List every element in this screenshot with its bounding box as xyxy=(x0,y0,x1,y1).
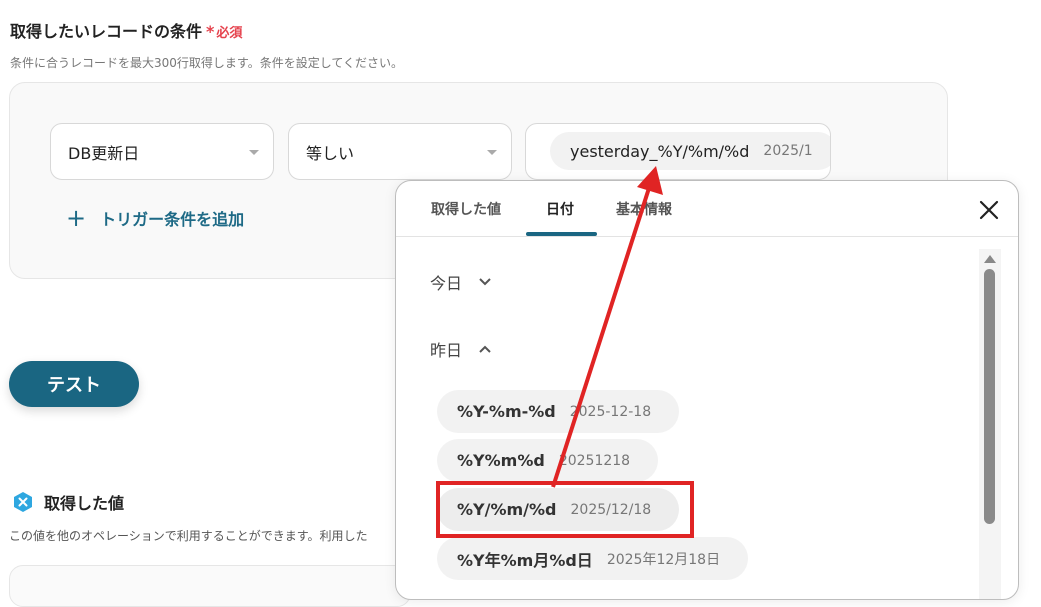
retrieved-panel xyxy=(9,565,411,607)
operator-select[interactable]: 等しい xyxy=(288,123,512,180)
tab-retrieved-values[interactable]: 取得した値 xyxy=(431,199,501,219)
conditions-title-text: 取得したいレコードの条件 xyxy=(10,22,203,41)
caret-down-icon xyxy=(487,150,497,155)
required-label: 必須 xyxy=(216,26,243,41)
hexagon-x-icon xyxy=(14,492,32,512)
section-today[interactable]: 今日 xyxy=(430,270,492,294)
test-button[interactable]: テスト xyxy=(9,361,139,407)
add-condition-button[interactable]: + トリガー条件を追加 xyxy=(66,206,244,230)
retrieved-description: この値を他のオペレーションで利用することができます。利用した xyxy=(9,529,368,543)
option-preview: 2025年12月18日 xyxy=(606,551,721,568)
add-condition-label: トリガー条件を追加 xyxy=(100,210,245,229)
option-preview: 20251218 xyxy=(558,452,631,469)
highlight-box xyxy=(436,481,694,538)
conditions-title: 取得したいレコードの条件 * 必須 xyxy=(10,18,242,42)
plus-icon: + xyxy=(66,204,87,232)
close-icon[interactable] xyxy=(978,199,1000,221)
caret-down-icon xyxy=(249,150,259,155)
scroll-up-icon[interactable] xyxy=(984,255,996,263)
option-chip[interactable]: %Y-%m-%d 2025-12-18 xyxy=(437,390,680,433)
operator-select-value: 等しい xyxy=(306,143,355,163)
scrollbar-thumb[interactable] xyxy=(984,269,995,524)
chevron-up-icon xyxy=(479,345,491,353)
field-select[interactable]: DB更新日 xyxy=(50,123,274,180)
value-chip-key: yesterday_%Y/%m/%d xyxy=(570,141,750,161)
option-key: %Y%m%d xyxy=(457,451,545,470)
value-chip-preview: 2025/1 xyxy=(763,143,813,159)
value-input[interactable]: yesterday_%Y/%m/%d 2025/1 xyxy=(525,123,831,180)
tab-basic-info[interactable]: 基本情報 xyxy=(616,199,672,219)
option-chip[interactable]: %Y%m%d 20251218 xyxy=(437,439,659,482)
section-yesterday-label: 昨日 xyxy=(430,341,463,360)
value-chip[interactable]: yesterday_%Y/%m/%d 2025/1 xyxy=(550,132,830,170)
required-star: * xyxy=(206,22,215,41)
conditions-description: 条件に合うレコードを最大300行取得します。条件を設定してください。 xyxy=(10,56,403,70)
active-tab-indicator xyxy=(526,232,597,236)
retrieved-title-text: 取得した値 xyxy=(44,494,125,513)
option-key: %Y年%m月%d日 xyxy=(457,550,593,570)
option-preview: 2025-12-18 xyxy=(569,403,652,420)
field-select-value: DB更新日 xyxy=(68,143,140,163)
section-yesterday[interactable]: 昨日 xyxy=(430,337,492,361)
chevron-down-icon xyxy=(479,278,491,286)
option-key: %Y-%m-%d xyxy=(457,402,556,421)
section-today-label: 今日 xyxy=(430,274,463,293)
scrollbar[interactable] xyxy=(979,249,1001,599)
retrieved-title: 取得した値 xyxy=(12,490,124,514)
option-chip[interactable]: %Y年%m月%d日 2025年12月18日 xyxy=(437,537,749,580)
tab-date[interactable]: 日付 xyxy=(546,199,574,219)
popover-tabs: 取得した値 日付 基本情報 xyxy=(396,181,1018,237)
